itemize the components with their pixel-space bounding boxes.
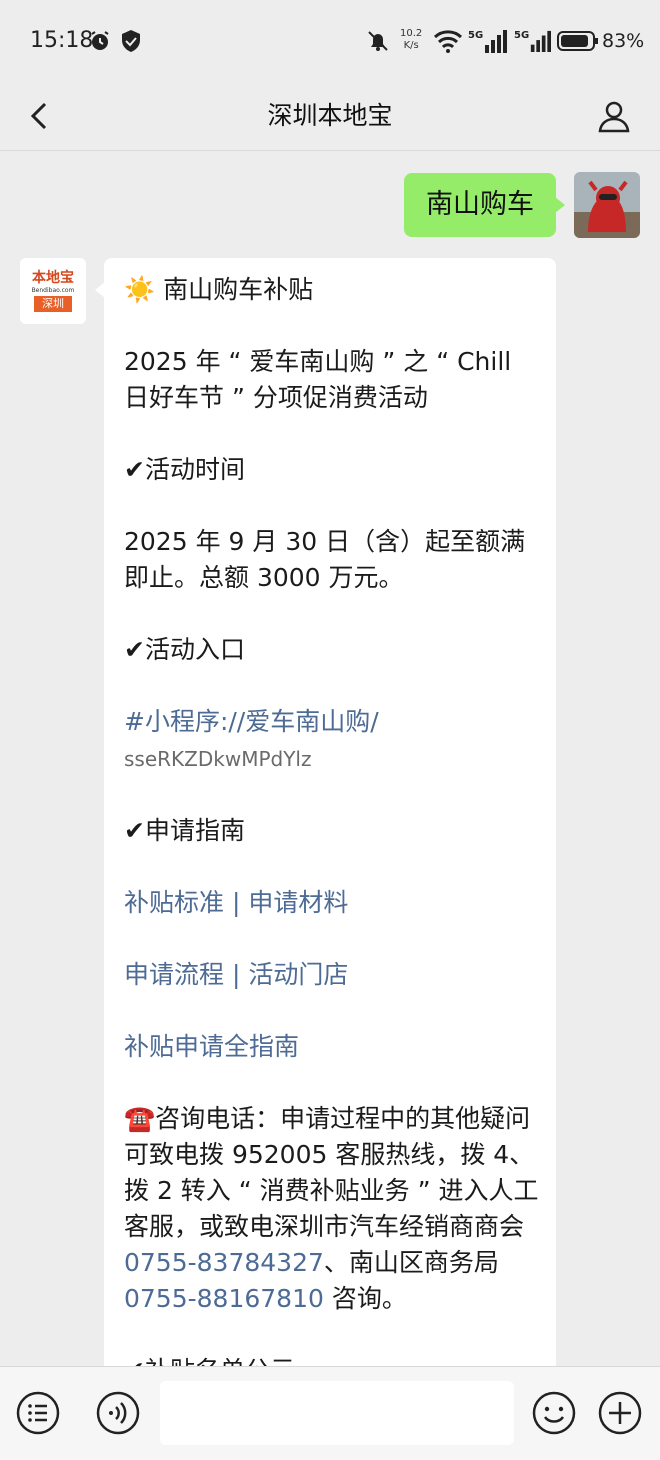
section-heading: ✔申请指南 (124, 816, 245, 845)
activity-time-text: 2025 年 9 月 30 日（含）起至额满即止。总额 3000 万元。 (124, 527, 526, 592)
logo-url: Bendibao.com (31, 287, 75, 294)
battery-icon (556, 26, 600, 56)
phone-link[interactable]: 0755-88167810 (124, 1284, 324, 1313)
person-icon (598, 101, 630, 133)
wifi-icon (432, 26, 464, 56)
status-bar: 15:18 10.2 K/s 5G 5G 83% (0, 0, 660, 86)
emoji-button[interactable] (530, 1389, 578, 1437)
message-title: ☀️ 南山购车补贴 (124, 275, 314, 304)
check-icon: ✔ (124, 635, 145, 664)
message-input[interactable] (160, 1381, 514, 1445)
section-heading: ✔活动时间 (124, 455, 245, 484)
contact-paragraph: ☎️咨询电话：申请过程中的其他疑问可致电拨 952005 客服热线，拨 4、拨 … (124, 1104, 539, 1313)
check-icon: ✔ (124, 455, 145, 484)
user-avatar-image (574, 172, 640, 238)
voice-icon (96, 1391, 140, 1435)
signal-icon (528, 26, 552, 56)
profile-button[interactable] (590, 92, 638, 140)
signal-label-2: 5G (514, 30, 530, 41)
network-speed: 10.2 K/s (400, 28, 423, 51)
bell-off-icon (364, 26, 392, 56)
mini-program-link[interactable]: #小程序://爱车南山购/sseRKZDkwMPdYlz (124, 704, 540, 777)
sun-icon: ☀️ (124, 275, 156, 304)
voice-button[interactable] (94, 1389, 142, 1437)
received-message-bubble[interactable]: ☀️ 南山购车补贴 2025 年 “ 爱车南山购 ” 之 “ Chill 日好车… (95, 258, 556, 1398)
shield-icon (118, 26, 144, 56)
clock: 15:18 (30, 28, 94, 53)
chat-title: 深圳本地宝 (267, 101, 393, 130)
official-account-avatar[interactable]: 本地宝 Bendibao.com 深圳 (20, 258, 86, 324)
message-intro: 2025 年 “ 爱车南山购 ” 之 “ Chill 日好车节 ” 分项促消费活… (124, 347, 512, 412)
alarm-icon (86, 26, 114, 56)
sent-message-bubble[interactable]: 南山购车 (404, 173, 565, 237)
sent-message-text: 南山购车 (426, 189, 534, 220)
guide-link[interactable]: 补贴申请全指南 (124, 1029, 540, 1065)
logo-text: 本地宝 (32, 270, 74, 286)
signal-icon (482, 26, 508, 56)
menu-list-icon (16, 1391, 60, 1435)
menu-button[interactable] (14, 1389, 62, 1437)
guide-link[interactable]: 申请流程 | 活动门店 (124, 957, 540, 993)
chat-input-bar (0, 1366, 660, 1460)
more-button[interactable] (596, 1389, 644, 1437)
emoji-icon (532, 1391, 576, 1435)
logo-city: 深圳 (34, 296, 72, 312)
guide-link[interactable]: 补贴标准 | 申请材料 (124, 885, 540, 921)
avatar[interactable] (574, 172, 640, 238)
telephone-icon: ☎️ (124, 1104, 156, 1133)
signal-label-1: 5G (468, 30, 484, 41)
check-icon: ✔ (124, 816, 145, 845)
battery-percent: 83% (602, 30, 645, 52)
section-heading: ✔活动入口 (124, 635, 245, 664)
phone-link[interactable]: 0755-83784327 (124, 1248, 324, 1277)
plus-icon (598, 1391, 642, 1435)
chat-header: 深圳本地宝 (0, 86, 660, 151)
